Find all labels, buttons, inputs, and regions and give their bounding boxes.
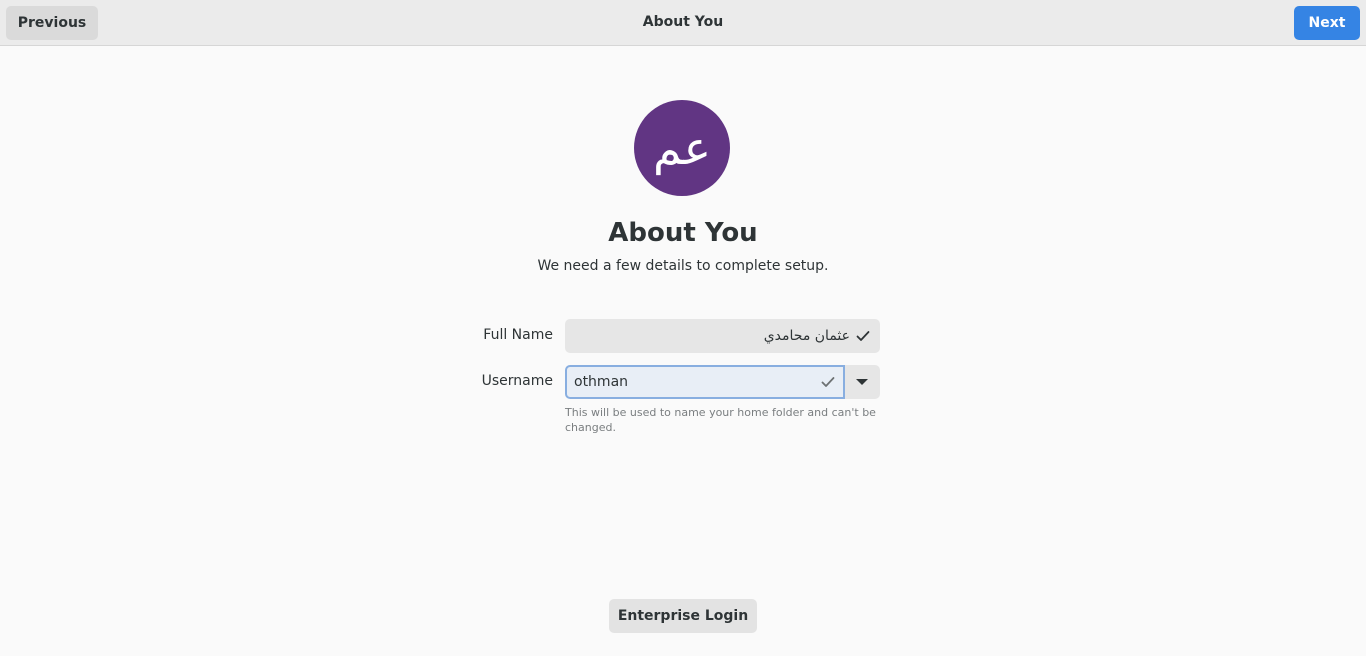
previous-button[interactable]: Previous	[6, 6, 98, 40]
page-subtitle: We need a few details to complete setup.	[537, 258, 829, 274]
username-combo: othman	[565, 365, 880, 399]
page-title: About You	[608, 218, 758, 248]
check-icon	[821, 377, 835, 387]
full-name-label: Full Name	[483, 327, 553, 343]
next-button[interactable]: Next	[1294, 6, 1360, 40]
full-name-field[interactable]: عثمان محامدي	[565, 319, 880, 353]
username-field[interactable]: othman	[565, 365, 845, 399]
avatar[interactable]: عم	[634, 100, 730, 196]
header-title: About You	[642, 14, 724, 30]
chevron-down-icon	[856, 379, 868, 385]
header-bar: About You Previous Next	[0, 0, 1366, 46]
username-label: Username	[481, 373, 553, 389]
username-dropdown-button[interactable]	[845, 365, 880, 399]
username-value: othman	[574, 374, 629, 390]
username-hint: This will be used to name your home fold…	[565, 406, 876, 434]
check-icon	[856, 331, 870, 341]
full-name-value: عثمان محامدي	[763, 328, 850, 344]
enterprise-login-button[interactable]: Enterprise Login	[609, 599, 757, 633]
avatar-initials: عم	[652, 121, 712, 175]
